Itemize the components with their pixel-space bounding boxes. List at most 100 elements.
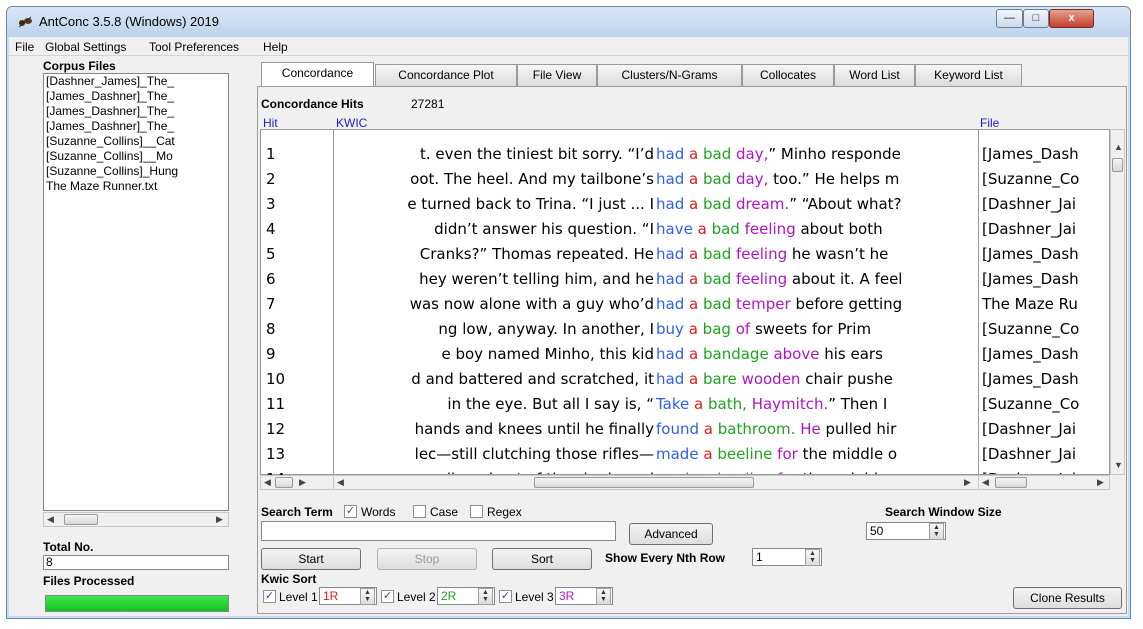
file-scroll-thumb[interactable]: [995, 477, 1027, 488]
scroll-up-icon[interactable]: ▲: [1114, 142, 1123, 152]
hit-number[interactable]: 13: [266, 442, 285, 467]
scroll-right-icon[interactable]: ▶: [1097, 477, 1104, 488]
scroll-down-icon[interactable]: ▼: [1114, 460, 1123, 470]
hit-number[interactable]: 7: [266, 292, 276, 317]
stop-button[interactable]: Stop: [377, 548, 477, 570]
menu-help[interactable]: Help: [263, 40, 288, 54]
hit-number[interactable]: 1: [266, 142, 276, 167]
tab-collocates[interactable]: Collocates: [742, 64, 834, 86]
tab-concordance-plot[interactable]: Concordance Plot: [375, 64, 517, 86]
hit-number[interactable]: 12: [266, 417, 285, 442]
hit-number[interactable]: 9: [266, 342, 276, 367]
scroll-right-icon[interactable]: ▶: [964, 477, 971, 488]
file-name[interactable]: [Dashner_Jai: [982, 192, 1076, 217]
kwic-line[interactable]: e boy named Minho, this kid had a bandage…: [334, 342, 978, 367]
level2-spinner[interactable]: ▲ ▼: [478, 588, 493, 605]
scroll-left-icon[interactable]: ◀: [337, 477, 344, 488]
kwic-line[interactable]: hands and knees until he finally found a …: [334, 417, 978, 442]
advanced-button[interactable]: Advanced: [629, 523, 713, 545]
kwic-line[interactable]: t. even the tiniest bit sorry. “I’d had a…: [334, 142, 978, 167]
kwic-line[interactable]: hey weren’t telling him, and he had a bad…: [334, 267, 978, 292]
results-vscroll-thumb[interactable]: [1112, 158, 1123, 172]
menu-global-settings[interactable]: Global Settings: [45, 40, 126, 54]
hit-number[interactable]: 11: [266, 392, 285, 417]
menu-file[interactable]: File: [15, 40, 34, 54]
tab-word-list[interactable]: Word List: [834, 64, 915, 86]
kwic-line[interactable]: was now alone with a guy who’d had a bad …: [334, 292, 978, 317]
level3-spinner[interactable]: ▲ ▼: [596, 588, 611, 605]
minimize-button[interactable]: —: [996, 9, 1023, 28]
kwic-line[interactable]: ng low, anyway. In another, Ibuy a bag o…: [334, 317, 978, 342]
case-checkbox[interactable]: [413, 505, 426, 518]
regex-checkbox[interactable]: [470, 505, 483, 518]
level3-checkbox[interactable]: ✓: [499, 590, 512, 603]
scroll-right-icon[interactable]: ▶: [299, 477, 306, 488]
hit-scroll-thumb[interactable]: [275, 477, 293, 488]
close-button[interactable]: x: [1049, 9, 1094, 28]
tab-file-view[interactable]: File View: [517, 64, 597, 86]
hit-number[interactable]: 8: [266, 317, 276, 342]
corpus-file-item[interactable]: [James_Dashner]_The_: [44, 119, 228, 134]
file-name[interactable]: [Suzanne_Co: [982, 317, 1079, 342]
file-name[interactable]: [Dashner_Jai: [982, 467, 1076, 474]
hit-number[interactable]: 3: [266, 192, 276, 217]
file-name[interactable]: [James_Dash: [982, 367, 1079, 392]
kwic-column[interactable]: t. even the tiniest bit sorry. “I’d had a…: [333, 129, 979, 475]
file-name[interactable]: [James_Dash: [982, 242, 1079, 267]
file-name[interactable]: [James_Dash: [982, 142, 1079, 167]
scroll-left-icon[interactable]: ◀: [47, 514, 54, 525]
kwic-scroll-thumb[interactable]: [534, 477, 754, 488]
scroll-left-icon[interactable]: ◀: [982, 477, 989, 488]
maximize-button[interactable]: □: [1023, 9, 1049, 28]
corpus-file-list[interactable]: [Dashner_James]_The_ [James_Dashner]_The…: [43, 73, 229, 511]
clone-results-button[interactable]: Clone Results: [1013, 587, 1122, 609]
file-name[interactable]: The Maze Ru: [982, 292, 1078, 317]
tab-concordance[interactable]: Concordance: [261, 62, 374, 86]
kwic-line[interactable]: in the eye. But all I say is, “Take a ba…: [334, 392, 978, 417]
file-name[interactable]: [Suzanne_Co: [982, 167, 1079, 192]
hit-number[interactable]: 6: [266, 267, 276, 292]
file-name[interactable]: [Dashner_Jai: [982, 442, 1076, 467]
file-name[interactable]: [James_Dash: [982, 267, 1079, 292]
kwic-line[interactable]: lec—still clutching those rifles— made a …: [334, 442, 978, 467]
hit-number[interactable]: 4: [266, 217, 276, 242]
window-size-spinner[interactable]: ▲ ▼: [929, 523, 944, 540]
hit-column-header[interactable]: Hit: [263, 116, 278, 130]
corpus-file-item[interactable]: [Suzanne_Collins]__Cat: [44, 134, 228, 149]
results-vertical-scrollbar[interactable]: ▲ ▼: [1110, 129, 1125, 475]
corpus-list-scrollbar[interactable]: ◀ ▶: [43, 512, 229, 527]
file-name[interactable]: [Dashner_Jai: [982, 217, 1076, 242]
menu-tool-preferences[interactable]: Tool Preferences: [149, 40, 239, 54]
kwic-column-header[interactable]: KWIC: [336, 116, 367, 130]
kwic-line[interactable]: e turned back to Trina. “I just ... Ihad…: [334, 192, 978, 217]
file-name[interactable]: [Dashner_Jai: [982, 417, 1076, 442]
nth-row-spinner[interactable]: ▲ ▼: [805, 549, 820, 566]
file-name[interactable]: [Suzanne_Co: [982, 392, 1079, 417]
corpus-file-item[interactable]: [Dashner_James]_The_: [44, 74, 228, 89]
hit-column-scrollbar[interactable]: ◀ ▶: [260, 475, 335, 490]
scroll-right-icon[interactable]: ▶: [216, 514, 223, 525]
level1-checkbox[interactable]: ✓: [263, 590, 276, 603]
corpus-file-item[interactable]: [Suzanne_Collins]_Hung: [44, 164, 228, 179]
corpus-file-item[interactable]: The Maze Runner.txt: [44, 179, 228, 194]
kwic-line[interactable]: Cranks?” Thomas repeated. He had a bad fe…: [334, 242, 978, 267]
corpus-scroll-thumb[interactable]: [64, 514, 98, 525]
hit-column[interactable]: 1234567891011121314: [260, 129, 335, 488]
corpus-file-item[interactable]: [Suzanne_Collins]__Mo: [44, 149, 228, 164]
file-column-header[interactable]: File: [980, 116, 999, 130]
file-column[interactable]: [James_Dash [Suzanne_Co [Dashner_Jai [Dashn…: [978, 129, 1110, 475]
tab-clusters-ngrams[interactable]: Clusters/N-Grams: [597, 64, 742, 86]
level1-spinner[interactable]: ▲ ▼: [360, 588, 375, 605]
kwic-line[interactable]: didn’t answer his question. “I have a bad…: [334, 217, 978, 242]
file-column-scrollbar[interactable]: ◀ ▶: [978, 475, 1110, 490]
search-term-input[interactable]: [261, 521, 616, 541]
corpus-file-item[interactable]: [James_Dashner]_The_: [44, 104, 228, 119]
kwic-line[interactable]: slipped out of the shade andmade a beeli…: [334, 467, 978, 474]
hit-number[interactable]: 5: [266, 242, 276, 267]
kwic-line[interactable]: d and battered and scratched, it had a ba…: [334, 367, 978, 392]
hit-number[interactable]: 2: [266, 167, 276, 192]
corpus-file-item[interactable]: [James_Dashner]_The_: [44, 89, 228, 104]
scroll-left-icon[interactable]: ◀: [264, 477, 271, 488]
kwic-line[interactable]: oot. The heel. And my tailbone’s had a ba…: [334, 167, 978, 192]
tab-keyword-list[interactable]: Keyword List: [915, 64, 1022, 86]
